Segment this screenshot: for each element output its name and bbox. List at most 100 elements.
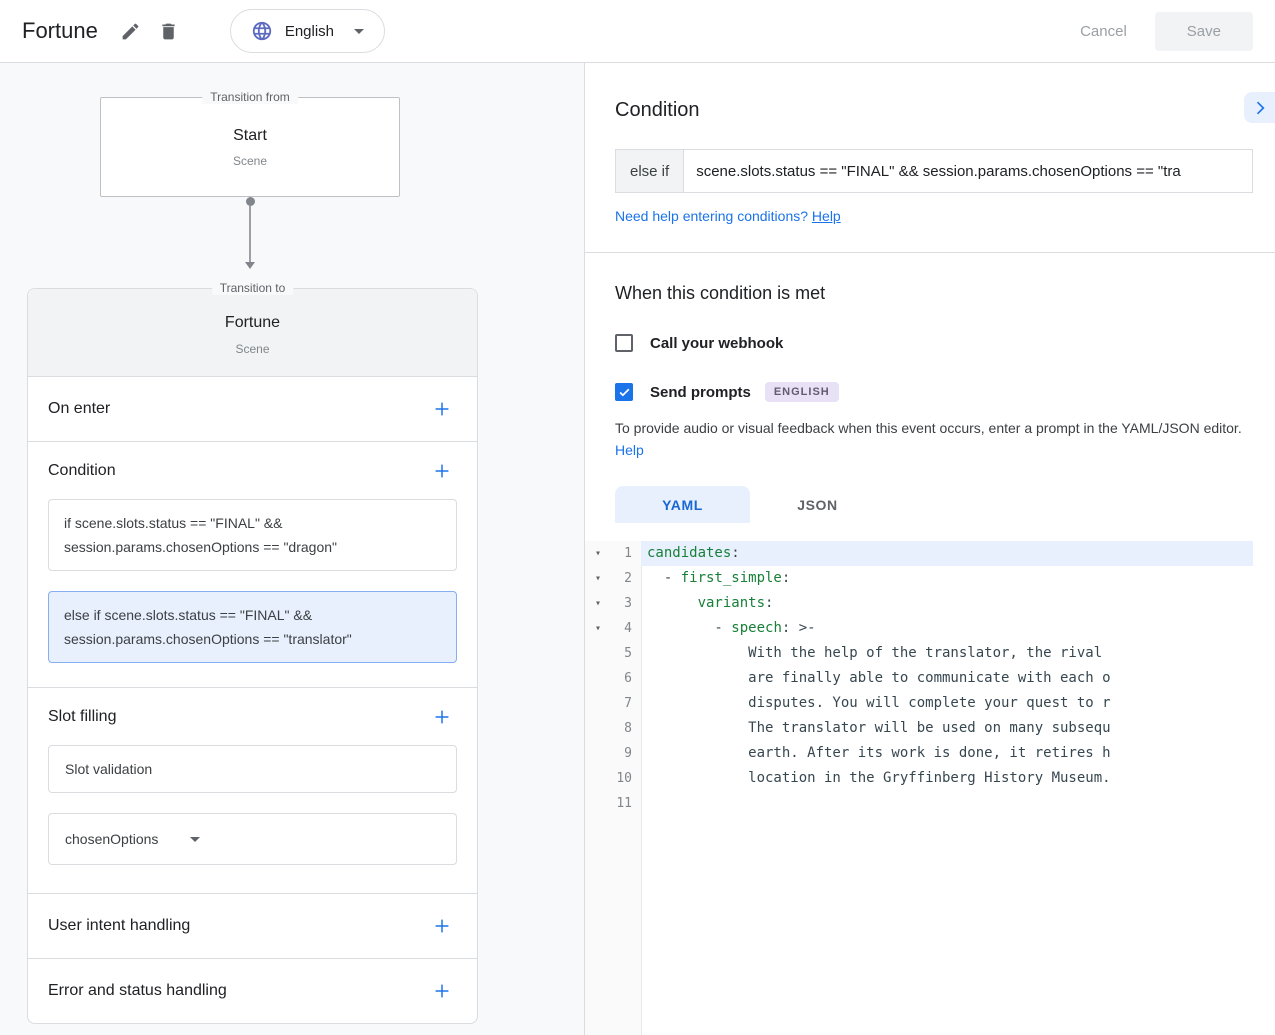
- condition-detail-panel: Condition else if scene.slots.status == …: [585, 63, 1275, 1035]
- code-text[interactable]: The translator will be used on many subs…: [641, 716, 1253, 741]
- fold-arrow-icon[interactable]: ▾: [585, 616, 611, 641]
- add-slot-button[interactable]: [427, 702, 457, 732]
- language-selector[interactable]: English: [230, 9, 385, 53]
- condition-list: if scene.slots.status == "FINAL" && sess…: [28, 499, 477, 687]
- fold-spacer: [585, 741, 611, 766]
- add-error-handler-button[interactable]: [427, 976, 457, 1006]
- from-node-type: Scene: [233, 154, 267, 168]
- to-node-name: Fortune: [28, 314, 477, 332]
- code-text[interactable]: candidates:: [641, 541, 1253, 566]
- editor-tabs: YAML JSON: [615, 486, 1245, 523]
- condition-item-dragon[interactable]: if scene.slots.status == "FINAL" && sess…: [48, 499, 457, 571]
- plus-icon: [431, 398, 453, 420]
- code-text[interactable]: [641, 791, 1253, 816]
- line-number: 5: [611, 641, 641, 666]
- code-text[interactable]: are finally able to communicate with eac…: [641, 666, 1253, 691]
- line-number: 3: [611, 591, 641, 616]
- code-text[interactable]: With the help of the translator, the riv…: [641, 641, 1253, 666]
- cancel-button[interactable]: Cancel: [1080, 23, 1127, 40]
- fold-arrow-icon[interactable]: ▾: [585, 591, 611, 616]
- code-line: ▾4 - speech: >-: [585, 616, 1275, 641]
- add-user-intent-button[interactable]: [427, 911, 457, 941]
- section-condition: Condition if scene.slots.status == "FINA…: [28, 441, 477, 687]
- slot-validation-item[interactable]: Slot validation: [48, 745, 457, 793]
- fold-arrow-icon[interactable]: ▾: [585, 566, 611, 591]
- code-line: 8 The translator will be used on many su…: [585, 716, 1275, 741]
- line-number: 6: [611, 666, 641, 691]
- prompt-help-link[interactable]: Help: [615, 442, 644, 458]
- fold-spacer: [585, 766, 611, 791]
- language-label: English: [285, 23, 334, 40]
- code-line: ▾1candidates:: [585, 541, 1275, 566]
- arrow-dot-icon: [246, 197, 255, 206]
- save-button[interactable]: Save: [1155, 12, 1253, 51]
- slot-validation-label: Slot validation: [65, 761, 152, 777]
- line-number: 2: [611, 566, 641, 591]
- plus-icon: [431, 460, 453, 482]
- scene-card: Transition to Fortune Scene On enter Con…: [27, 288, 478, 1024]
- prompt-hint: To provide audio or visual feedback when…: [615, 417, 1245, 461]
- code-line: 5 With the help of the translator, the r…: [585, 641, 1275, 666]
- section-slot-filling: Slot filling Slot validation chosenOptio…: [28, 687, 477, 865]
- condition-expression-input[interactable]: scene.slots.status == "FINAL" && session…: [684, 149, 1253, 193]
- transition-to-legend: Transition to: [212, 281, 294, 295]
- send-prompts-checkbox[interactable]: [615, 383, 633, 401]
- code-line: 10 location in the Gryffinberg History M…: [585, 766, 1275, 791]
- yaml-editor[interactable]: ▾1candidates:▾2 - first_simple:▾3 varian…: [585, 541, 1275, 1035]
- code-text[interactable]: earth. After its work is done, it retire…: [641, 741, 1253, 766]
- code-text[interactable]: location in the Gryffinberg History Muse…: [641, 766, 1253, 791]
- code-text[interactable]: variants:: [641, 591, 1253, 616]
- line-number: 10: [611, 766, 641, 791]
- transition-to-node[interactable]: Transition to Fortune Scene: [28, 289, 477, 376]
- code-line: 7 disputes. You will complete your quest…: [585, 691, 1275, 716]
- transition-from-legend: Transition from: [202, 90, 298, 104]
- dropdown-caret-icon: [190, 837, 200, 842]
- fold-spacer: [585, 641, 611, 666]
- fold-spacer: [585, 666, 611, 691]
- delete-scene-button[interactable]: [150, 12, 188, 50]
- prompt-hint-text: To provide audio or visual feedback when…: [615, 420, 1242, 436]
- condition-section-label: Condition: [48, 462, 116, 480]
- language-badge: ENGLISH: [765, 382, 839, 402]
- add-condition-button[interactable]: [427, 456, 457, 486]
- condition-editor-row: else if scene.slots.status == "FINAL" &&…: [615, 149, 1253, 193]
- webhook-row: Call your webhook: [615, 334, 1245, 352]
- slot-parameter-label: chosenOptions: [65, 831, 158, 847]
- code-line: ▾2 - first_simple:: [585, 566, 1275, 591]
- code-text[interactable]: - first_simple:: [641, 566, 1253, 591]
- code-text[interactable]: disputes. You will complete your quest t…: [641, 691, 1253, 716]
- collapse-panel-button[interactable]: [1244, 92, 1275, 123]
- user-intent-label: User intent handling: [48, 917, 190, 935]
- condition-met-heading: When this condition is met: [615, 283, 1245, 304]
- conditions-help-link[interactable]: Help: [812, 208, 841, 224]
- tab-yaml[interactable]: YAML: [615, 486, 750, 523]
- chevron-right-icon: [1250, 98, 1270, 118]
- scene-graph-panel: Transition from Start Scene Transition t…: [0, 63, 585, 1035]
- line-number: 11: [611, 791, 641, 816]
- page-title: Fortune: [22, 18, 98, 44]
- conditions-help-line: Need help entering conditions? Help: [615, 208, 1245, 224]
- edit-title-button[interactable]: [112, 12, 150, 50]
- trash-icon: [158, 21, 179, 42]
- slot-parameter-dropdown[interactable]: chosenOptions: [48, 813, 457, 865]
- send-prompts-row: Send prompts ENGLISH: [615, 382, 1245, 402]
- checkmark-icon: [618, 386, 631, 399]
- add-on-enter-button[interactable]: [427, 394, 457, 424]
- arrow-stem: [249, 206, 251, 262]
- code-line: 11: [585, 791, 1275, 816]
- caret-down-icon: [354, 29, 364, 34]
- line-number: 9: [611, 741, 641, 766]
- code-text[interactable]: - speech: >-: [641, 616, 1253, 641]
- help-question: Need help entering conditions?: [615, 208, 808, 224]
- transition-from-node[interactable]: Transition from Start Scene: [100, 97, 400, 197]
- code-lines: ▾1candidates:▾2 - first_simple:▾3 varian…: [585, 541, 1275, 816]
- condition-item-translator[interactable]: else if scene.slots.status == "FINAL" &&…: [48, 591, 457, 663]
- webhook-checkbox[interactable]: [615, 334, 633, 352]
- tab-json[interactable]: JSON: [750, 486, 885, 523]
- section-on-enter: On enter: [28, 376, 477, 441]
- error-handling-label: Error and status handling: [48, 982, 227, 1000]
- fold-arrow-icon[interactable]: ▾: [585, 541, 611, 566]
- fold-spacer: [585, 791, 611, 816]
- code-line: ▾3 variants:: [585, 591, 1275, 616]
- fold-spacer: [585, 691, 611, 716]
